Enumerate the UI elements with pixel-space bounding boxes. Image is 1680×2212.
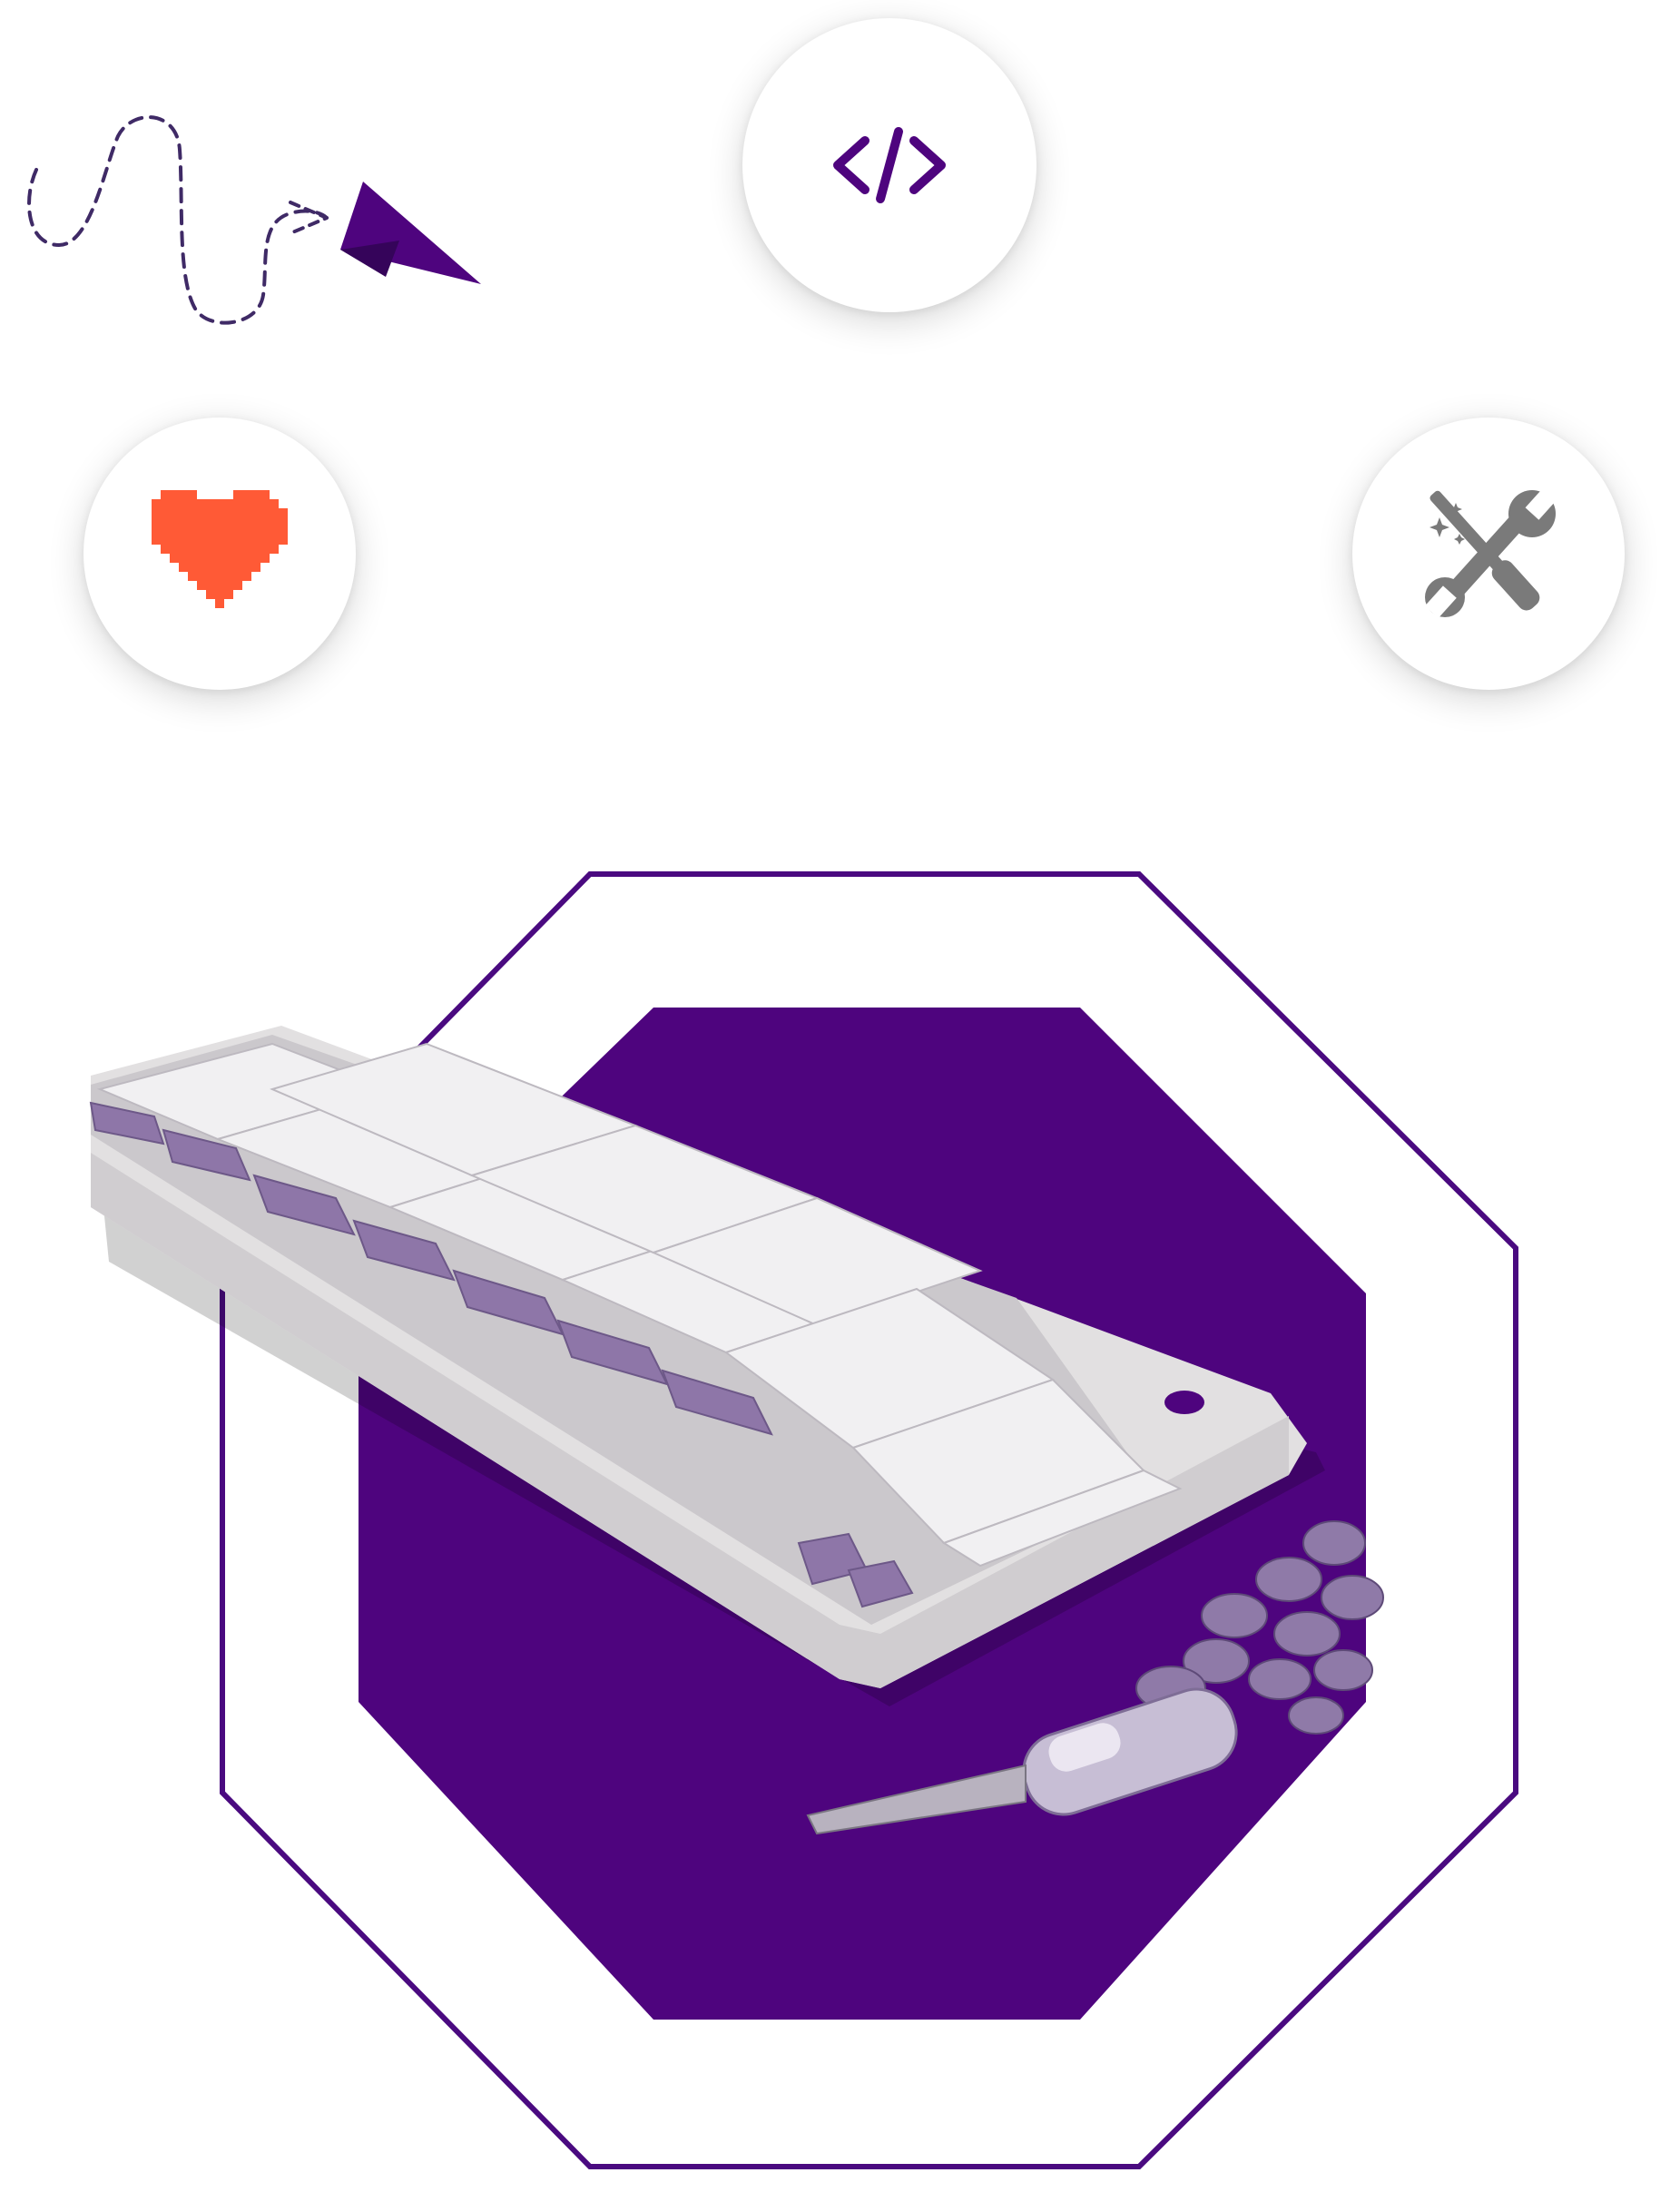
pixel-heart-icon: [152, 490, 288, 608]
tools-icon-circle: [1352, 418, 1625, 690]
code-brackets-icon: [833, 127, 946, 203]
wrench-screwdriver-icon: [1424, 487, 1557, 619]
heart-icon-circle: [84, 418, 356, 690]
code-icon-circle: [742, 18, 1036, 312]
dashed-path-paper-plane-icon: [27, 115, 481, 325]
keyboard-hero-image: [89, 871, 1518, 2169]
